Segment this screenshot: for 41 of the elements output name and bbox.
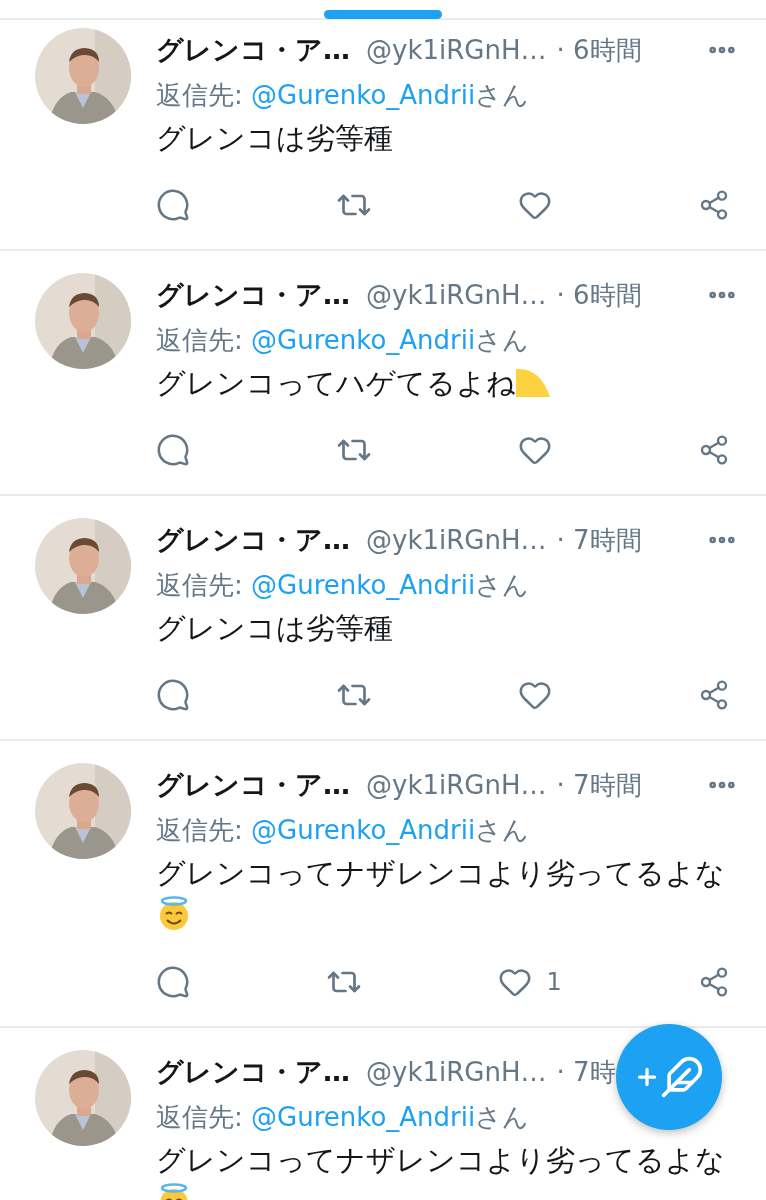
user-handle: @yk1iRGnH… <box>366 35 547 65</box>
mention-link[interactable]: @Gurenko_Andrii <box>251 80 476 110</box>
tweet-text: グレンコってハゲてるよね <box>156 363 731 405</box>
share-icon[interactable] <box>698 679 730 711</box>
reply-to-text: 返信先: @Gurenko_Andriiさん <box>156 1101 530 1134</box>
tweet-time: · 6時間 <box>556 278 642 312</box>
share-icon[interactable] <box>698 966 730 998</box>
user-name: グレンコ・ア… <box>156 768 350 802</box>
reply-to-text: 返信先: @Gurenko_Andriiさん <box>156 324 530 357</box>
mention-link[interactable]: @Gurenko_Andrii <box>251 1102 476 1132</box>
reply-icon[interactable] <box>156 678 190 712</box>
mention-link[interactable]: @Gurenko_Andrii <box>251 325 476 355</box>
reply-to-text: 返信先: @Gurenko_Andriiさん <box>156 814 530 847</box>
tweet-text: グレンコは劣等種 <box>156 121 394 157</box>
reply-icon[interactable] <box>156 965 190 999</box>
user-handle: @yk1iRGnH… <box>366 525 547 555</box>
tweet-text: グレンコってナザレンコより劣ってるよな <box>156 1140 731 1200</box>
tweet-time: · 7時間 <box>556 523 642 557</box>
reply-to-text: 返信先: @Gurenko_Andriiさん <box>156 79 530 112</box>
tweet-text: グレンコは劣等種 <box>156 611 394 647</box>
tweet-time: · 7時 <box>556 1055 616 1089</box>
user-name: グレンコ・ア… <box>156 523 350 557</box>
feather-icon <box>660 1055 704 1099</box>
user-name: グレンコ・ア… <box>156 1055 350 1089</box>
tweet-text: グレンコってナザレンコより劣ってるよな <box>156 853 731 937</box>
tweet-time: · 7時間 <box>556 768 642 802</box>
like-button[interactable]: 1 <box>498 965 562 999</box>
user-handle: @yk1iRGnH… <box>366 770 547 800</box>
user-handle: @yk1iRGnH… <box>366 1057 547 1087</box>
compose-button[interactable] <box>616 1024 722 1130</box>
share-icon[interactable] <box>698 189 730 221</box>
reply-icon[interactable] <box>156 433 190 467</box>
mention-link[interactable]: @Gurenko_Andrii <box>251 815 476 845</box>
mention-link[interactable]: @Gurenko_Andrii <box>251 570 476 600</box>
reply-to-text: 返信先: @Gurenko_Andriiさん <box>156 569 530 602</box>
user-name: グレンコ・ア… <box>156 33 350 67</box>
user-handle: @yk1iRGnH… <box>366 280 547 310</box>
tweet-time: · 6時間 <box>556 33 642 67</box>
share-icon[interactable] <box>698 434 730 466</box>
user-name: グレンコ・ア… <box>156 278 350 312</box>
reply-icon[interactable] <box>156 188 190 222</box>
